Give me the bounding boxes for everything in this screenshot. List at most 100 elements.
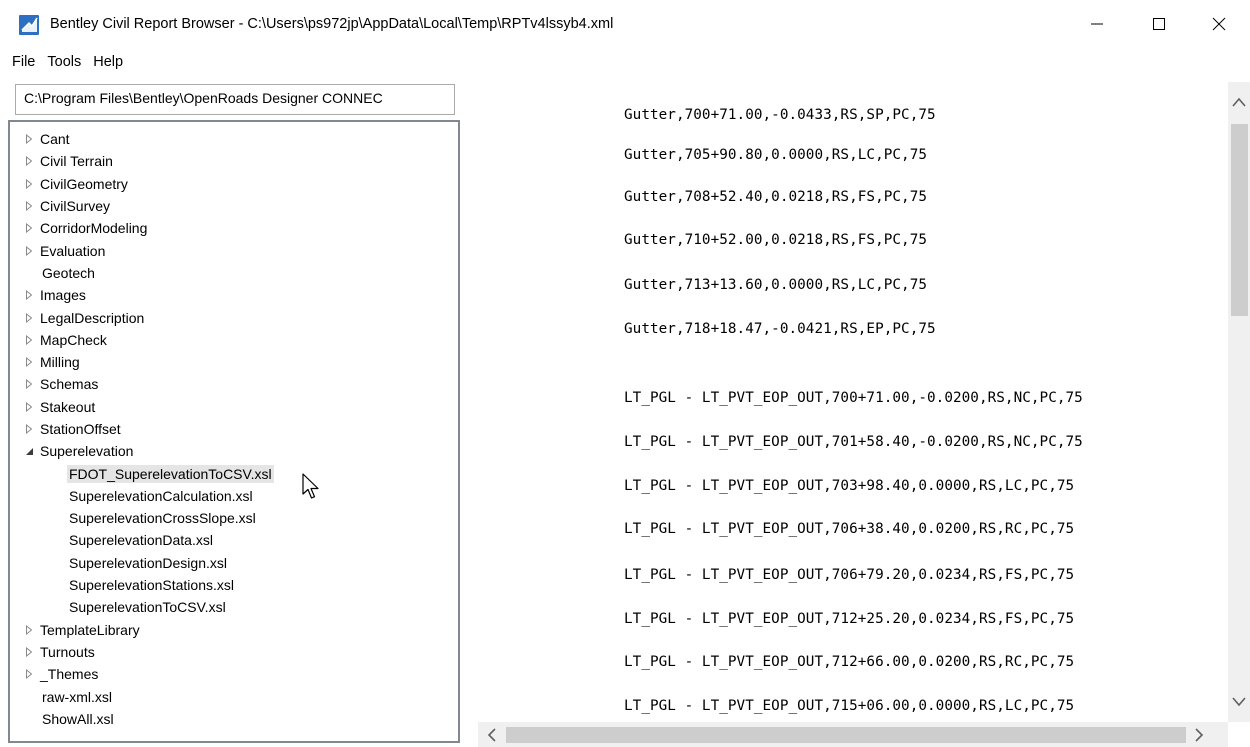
tree-item[interactable]: Stakeout	[10, 396, 458, 418]
collapse-arrow-icon[interactable]	[20, 447, 38, 456]
expand-arrow-icon[interactable]	[20, 646, 38, 657]
report-tree[interactable]: Cant Civil Terrain CivilGeometry CivilSurve…	[8, 120, 460, 743]
expand-arrow-icon[interactable]	[20, 334, 38, 345]
report-line: LT_PGL - LT_PVT_EOP_OUT,712+25.20,0.0234…	[624, 611, 1075, 627]
tree-item-label: SuperelevationToCSV.xsl	[69, 599, 226, 616]
expand-arrow-icon[interactable]	[20, 290, 38, 301]
menu-help[interactable]: Help	[88, 51, 128, 73]
scroll-left-button[interactable]	[481, 722, 503, 747]
tree-item-label: SuperelevationDesign.xsl	[69, 554, 227, 571]
tree-item[interactable]: _Themes	[10, 663, 458, 685]
expand-arrow-icon[interactable]	[20, 624, 38, 635]
report-line: Gutter,700+71.00,-0.0433,RS,SP,PC,75	[624, 107, 936, 123]
tree-item-label: SuperelevationCrossSlope.xsl	[69, 510, 256, 527]
report-line: Gutter,710+52.00,0.0218,RS,FS,PC,75	[624, 232, 928, 248]
tree-item-label: MapCheck	[40, 331, 107, 348]
report-line: Gutter,718+18.47,-0.0421,RS,EP,PC,75	[624, 321, 936, 337]
vertical-scroll-thumb[interactable]	[1231, 124, 1248, 316]
maximize-button[interactable]	[1128, 0, 1190, 48]
tree-item-label: Milling	[40, 354, 80, 371]
tree-item[interactable]: StationOffset	[10, 418, 458, 440]
xsl-folder-path-field[interactable]: C:\Program Files\Bentley\OpenRoads Desig…	[15, 84, 455, 115]
tree-item[interactable]: Turnouts	[10, 641, 458, 663]
tree-item[interactable]: Milling	[10, 351, 458, 373]
report-line: LT_PGL - LT_PVT_EOP_OUT,715+06.00,0.0000…	[624, 698, 1075, 714]
tree-item-label: Turnouts	[40, 643, 95, 660]
tree-item-label: StationOffset	[40, 421, 121, 437]
expand-arrow-icon[interactable]	[20, 424, 38, 434]
minimize-button[interactable]	[1066, 0, 1128, 48]
close-icon	[1212, 17, 1226, 31]
bentley-report-icon	[19, 15, 39, 35]
tree-item[interactable]: SuperelevationStations.xsl	[10, 574, 458, 596]
tree-item-label: Evaluation	[40, 242, 106, 259]
tree-item[interactable]: TemplateLibrary	[10, 619, 458, 641]
tree-item[interactable]: CivilSurvey	[10, 195, 458, 217]
expand-arrow-icon[interactable]	[20, 201, 38, 212]
tree-item-label: Cant	[40, 131, 70, 148]
expand-arrow-icon[interactable]	[20, 223, 38, 234]
tree-item-label: Geotech	[42, 264, 95, 281]
tree-item[interactable]: ShowAll.xsl	[10, 708, 458, 730]
report-line: Gutter,708+52.40,0.0218,RS,FS,PC,75	[624, 189, 928, 205]
menu-tools[interactable]: Tools	[42, 51, 86, 73]
report-content: Gutter,700+71.00,-0.0433,RS,SP,PC,75 Gutt…	[478, 82, 1228, 722]
expand-arrow-icon[interactable]	[20, 357, 38, 368]
tree-item[interactable]: MapCheck	[10, 329, 458, 351]
report-line: LT_PGL - LT_PVT_EOP_OUT,703+98.40,0.0000…	[624, 478, 1075, 494]
menu-bar: File Tools Help	[0, 48, 1250, 76]
tree-item[interactable]: FDOT_SuperelevationToCSV.xsl	[10, 462, 458, 484]
chevron-left-icon	[487, 727, 496, 742]
expand-arrow-icon[interactable]	[20, 312, 38, 323]
tree-item[interactable]: Civil Terrain	[10, 150, 458, 172]
tree-item-label: LegalDescription	[40, 309, 145, 326]
expand-arrow-icon[interactable]	[20, 134, 38, 145]
tree-item-label: SuperelevationData.xsl	[69, 532, 213, 549]
tree-item-label: ShowAll.xsl	[42, 710, 114, 727]
scroll-down-button[interactable]	[1228, 688, 1250, 716]
tree-item[interactable]: Images	[10, 284, 458, 306]
tree-item[interactable]: SuperelevationToCSV.xsl	[10, 596, 458, 618]
expand-arrow-icon[interactable]	[20, 401, 38, 412]
report-line: LT_PGL - LT_PVT_EOP_OUT,701+58.40,-0.020…	[624, 434, 1083, 450]
tree-item[interactable]: LegalDescription	[10, 306, 458, 328]
tree-item[interactable]: SuperelevationDesign.xsl	[10, 552, 458, 574]
horizontal-scroll-thumb[interactable]	[506, 727, 1186, 743]
expand-arrow-icon[interactable]	[20, 156, 38, 167]
chevron-right-icon	[1195, 727, 1204, 742]
minimize-icon	[1091, 23, 1103, 25]
tree-item[interactable]: CorridorModeling	[10, 217, 458, 239]
tree-item[interactable]: SuperelevationCrossSlope.xsl	[10, 507, 458, 529]
expand-arrow-icon[interactable]	[20, 379, 38, 390]
chevron-down-icon	[1232, 697, 1246, 707]
report-line: LT_PGL - LT_PVT_EOP_OUT,706+38.40,0.0200…	[624, 521, 1075, 537]
tree-item[interactable]: CivilGeometry	[10, 173, 458, 195]
report-line: LT_PGL - LT_PVT_EOP_OUT,712+66.00,0.0200…	[624, 654, 1075, 670]
expand-arrow-icon[interactable]	[20, 245, 38, 256]
scroll-right-button[interactable]	[1188, 722, 1210, 747]
tree-item[interactable]: Geotech	[10, 262, 458, 284]
tree-item[interactable]: Schemas	[10, 373, 458, 395]
tree-item[interactable]: SuperelevationData.xsl	[10, 529, 458, 551]
mouse-cursor-icon	[302, 473, 319, 499]
tree-item-label: CivilSurvey	[40, 198, 111, 215]
tree-item[interactable]: SuperelevationCalculation.xsl	[10, 485, 458, 507]
tree-item[interactable]: Evaluation	[10, 239, 458, 261]
tree-item-label: SuperelevationStations.xsl	[69, 577, 234, 594]
window-title: Bentley Civil Report Browser - C:\Users\…	[50, 16, 614, 32]
close-button[interactable]	[1188, 0, 1250, 48]
tree-item-label: Images	[40, 287, 86, 304]
tree-item[interactable]: Cant	[10, 128, 458, 150]
menu-file[interactable]: File	[7, 51, 40, 73]
expand-arrow-icon[interactable]	[20, 669, 38, 680]
tree-item[interactable]: Superelevation	[10, 440, 458, 462]
expand-arrow-icon[interactable]	[20, 178, 38, 189]
tree-item-label: raw-xml.xsl	[42, 688, 112, 705]
report-line: Gutter,705+90.80,0.0000,RS,LC,PC,75	[624, 147, 928, 163]
tree-item-label: Schemas	[40, 376, 99, 393]
tree-item-label: FDOT_SuperelevationToCSV.xsl	[67, 464, 274, 483]
scroll-up-button[interactable]	[1228, 88, 1250, 116]
tree-item-label: Civil Terrain	[40, 153, 113, 170]
tree-item-label: _Themes	[40, 666, 99, 683]
tree-item[interactable]: raw-xml.xsl	[10, 685, 458, 707]
